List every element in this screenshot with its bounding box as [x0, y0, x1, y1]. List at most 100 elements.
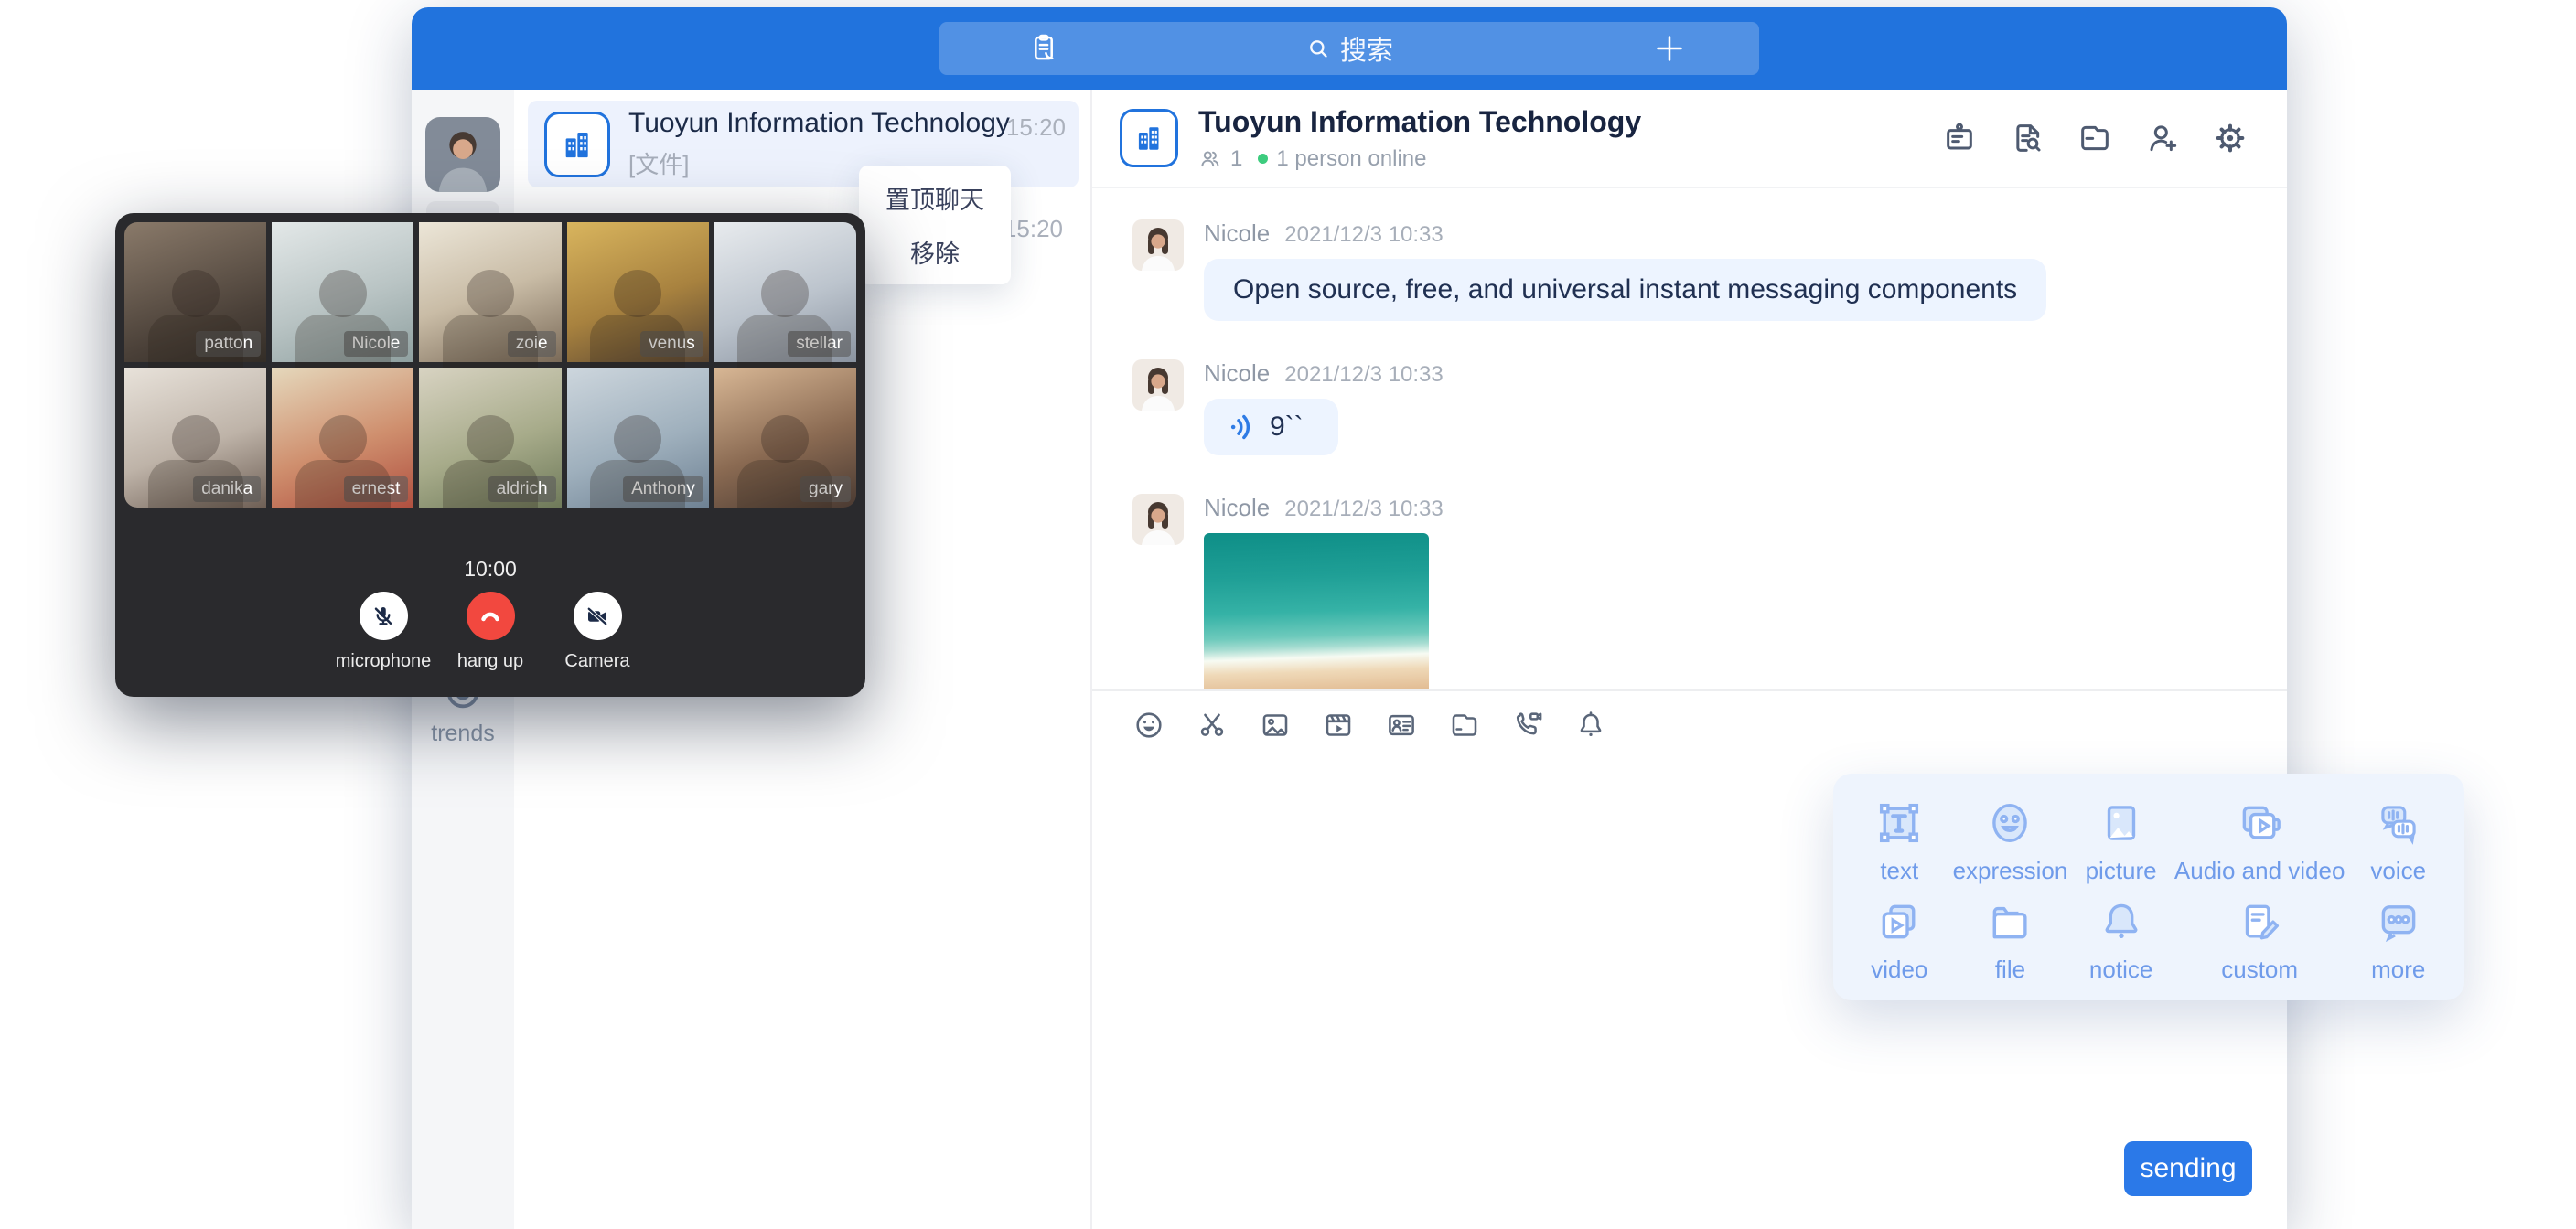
- chat-history-search-button[interactable]: [2007, 118, 2047, 158]
- participant-tile: Anthony: [567, 368, 709, 508]
- participant-name: patton: [196, 331, 261, 357]
- panel-label: Audio and video: [2174, 857, 2345, 885]
- mic-off-icon[interactable]: [360, 592, 408, 640]
- scissors-icon: [1196, 709, 1229, 742]
- sender-avatar[interactable]: [1132, 359, 1184, 411]
- participant-name: zoie: [508, 331, 556, 357]
- folder-icon: [2077, 120, 2113, 156]
- emoji-icon: [1132, 709, 1165, 742]
- panel-item-custom[interactable]: custom: [2174, 891, 2345, 989]
- contact-card-button[interactable]: [1385, 709, 1418, 742]
- group-avatar: [544, 112, 610, 177]
- participant-tile: ernest: [272, 368, 413, 508]
- my-avatar[interactable]: [425, 117, 500, 192]
- voice-icon: [2374, 798, 2423, 848]
- message-meta: Nicole 2021/12/3 10:33: [1204, 219, 2046, 248]
- hang-up-icon[interactable]: [467, 592, 515, 640]
- participant-name: venus: [640, 331, 703, 357]
- custom-icon: [2235, 897, 2284, 946]
- message-time: 2021/12/3 10:33: [1284, 362, 1444, 388]
- panel-item-voice[interactable]: voice: [2345, 792, 2452, 891]
- voice-waves-icon: [1228, 412, 1257, 442]
- video-button[interactable]: [1322, 709, 1355, 742]
- participant-tile: Nicole: [272, 222, 413, 362]
- message-time: 2021/12/3 10:33: [1284, 222, 1444, 248]
- conversation-time: 15:20: [1006, 113, 1066, 142]
- group-notice-button[interactable]: [1939, 118, 1980, 158]
- participant-grid: patton Nicole zoie venus stellar danika …: [124, 222, 856, 508]
- member-count: 1: [1230, 146, 1242, 172]
- participant-tile: venus: [567, 222, 709, 362]
- send-button[interactable]: sending: [2124, 1141, 2252, 1196]
- participant-tile: danika: [124, 368, 266, 508]
- image-icon: [1259, 709, 1292, 742]
- call-timer: 10:00: [115, 557, 865, 582]
- building-icon: [1132, 122, 1165, 155]
- panel-item-expression[interactable]: expression: [1953, 792, 2068, 891]
- panel-item-more[interactable]: more: [2345, 891, 2452, 989]
- notice-board-icon: [1941, 120, 1978, 156]
- panel-label: more: [2371, 956, 2425, 984]
- video-icon: [1874, 897, 1924, 946]
- participant-name: stellar: [788, 331, 851, 357]
- microphone-control[interactable]: microphone: [342, 592, 424, 672]
- more-icon: [2374, 897, 2423, 946]
- panel-item-notice[interactable]: notice: [2067, 891, 2174, 989]
- screenshot-button[interactable]: [1196, 709, 1229, 742]
- panel-item-text[interactable]: text: [1846, 792, 1953, 891]
- menu-item-remove[interactable]: 移除: [859, 225, 1011, 279]
- file-button[interactable]: [1448, 709, 1481, 742]
- search-input[interactable]: 搜索: [939, 22, 1759, 75]
- notification-button[interactable]: [1574, 709, 1607, 742]
- group-file-button[interactable]: [2075, 118, 2115, 158]
- conversation-time: 15:20: [1004, 215, 1063, 243]
- camera-control[interactable]: Camera: [556, 592, 639, 672]
- message-image: Nicole 2021/12/3 10:33: [1132, 494, 2287, 689]
- chat-title: Tuoyun Information Technology: [1198, 105, 1641, 139]
- message-time: 2021/12/3 10:33: [1284, 497, 1444, 522]
- sender-avatar[interactable]: [1132, 219, 1184, 271]
- message-type-panel: text expression picture: [1833, 774, 2464, 1000]
- panel-item-file[interactable]: file: [1953, 891, 2068, 989]
- participant-name: Nicole: [344, 331, 409, 357]
- group-avatar: [1120, 109, 1178, 167]
- panel-label: voice: [2370, 857, 2426, 885]
- sender-name: Nicole: [1204, 494, 1270, 522]
- panel-label: picture: [2086, 857, 2157, 885]
- image-button[interactable]: [1259, 709, 1292, 742]
- gear-icon: [2212, 120, 2249, 156]
- panel-item-video[interactable]: video: [1846, 891, 1953, 989]
- menu-item-pin-chat[interactable]: 置顶聊天: [859, 171, 1011, 225]
- participant-name: aldrich: [488, 476, 556, 502]
- panel-item-audio-video[interactable]: Audio and video: [2174, 792, 2345, 891]
- conversation-context-menu: 置顶聊天 移除: [859, 166, 1011, 284]
- user-plus-icon: [2144, 120, 2181, 156]
- video-call-icon: [1511, 709, 1544, 742]
- sender-avatar[interactable]: [1132, 494, 1184, 545]
- participant-tile: stellar: [714, 222, 856, 362]
- add-member-button[interactable]: [2142, 118, 2183, 158]
- voice-bubble[interactable]: 9``: [1204, 399, 1338, 455]
- online-status: 1 person online: [1276, 146, 1426, 172]
- panel-label: video: [1871, 956, 1927, 984]
- panel-label: expression: [1953, 857, 2068, 885]
- settings-button[interactable]: [2210, 118, 2250, 158]
- panel-label: notice: [2089, 956, 2152, 984]
- text-icon: [1874, 798, 1924, 848]
- image-message-beach[interactable]: [1204, 533, 1429, 689]
- call-controls: microphone hang up: [115, 592, 865, 672]
- conversation-title: Tuoyun Information Technology: [628, 108, 1010, 138]
- call-button[interactable]: [1511, 709, 1544, 742]
- video-call-overlay: patton Nicole zoie venus stellar danika …: [115, 213, 865, 697]
- panel-item-picture[interactable]: picture: [2067, 792, 2174, 891]
- add-icon[interactable]: [1651, 30, 1688, 67]
- search-area[interactable]: 搜索: [939, 22, 1759, 75]
- screen: 搜索: [0, 0, 2576, 1229]
- emoji-button[interactable]: [1132, 709, 1165, 742]
- audio-video-icon: [2235, 798, 2284, 848]
- hang-up-control[interactable]: hang up: [449, 592, 531, 672]
- message-toolbar: [1092, 689, 2287, 759]
- voice-duration: 9``: [1270, 411, 1304, 443]
- camera-off-icon[interactable]: [574, 592, 622, 640]
- clapper-icon: [1322, 709, 1355, 742]
